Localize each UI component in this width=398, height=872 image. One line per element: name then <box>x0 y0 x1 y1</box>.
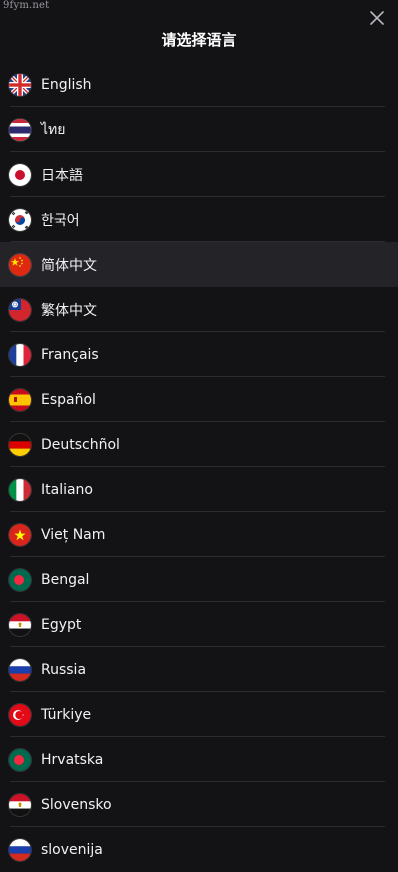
language-item-vietnamese[interactable]: Vieț Nam <box>0 512 398 557</box>
language-item-english[interactable]: English <box>0 62 398 107</box>
language-label: English <box>41 76 92 93</box>
language-item-spanish[interactable]: Español <box>0 377 398 422</box>
language-item-hrvatska[interactable]: Hrvatska <box>0 737 398 782</box>
language-label: slovenija <box>41 841 103 858</box>
language-item-italian[interactable]: Italiano <box>0 467 398 512</box>
taiwan-flag-icon <box>9 298 31 321</box>
language-item-turkiye[interactable]: Türkiye <box>0 692 398 737</box>
turkey-flag-icon <box>9 703 31 726</box>
language-label: 한국어 <box>41 212 80 229</box>
spain-flag-icon <box>9 388 31 411</box>
language-label: Hrvatska <box>41 751 104 768</box>
language-item-korean[interactable]: 한국어 <box>0 197 398 242</box>
language-label: Italiano <box>41 481 93 498</box>
language-label: ไทย <box>41 121 66 138</box>
language-item-traditional-chinese[interactable]: 繁体中文 <box>0 287 398 332</box>
language-label: Vieț Nam <box>41 526 106 543</box>
language-label: Français <box>41 346 99 363</box>
language-label: Bengal <box>41 571 90 588</box>
language-label: 繁体中文 <box>41 302 97 319</box>
language-item-egypt[interactable]: Egypt <box>0 602 398 647</box>
language-item-german[interactable]: Deutschñol <box>0 422 398 467</box>
france-flag-icon <box>9 343 31 366</box>
language-label: Slovensko <box>41 796 112 813</box>
language-label: Español <box>41 391 96 408</box>
language-item-slovenija[interactable]: slovenija <box>0 827 398 872</box>
close-button[interactable] <box>366 7 388 29</box>
language-label: Türkiye <box>41 706 92 723</box>
language-item-thai[interactable]: ไทย <box>0 107 398 152</box>
language-item-simplified-chinese[interactable]: 简体中文 <box>0 242 398 287</box>
italy-flag-icon <box>9 478 31 501</box>
language-label: Russia <box>41 661 87 678</box>
close-icon <box>370 11 384 25</box>
russia-flag-icon <box>9 658 31 681</box>
bangladesh-flag-icon <box>9 748 31 771</box>
egypt-flag-icon <box>9 793 31 816</box>
uk-flag-icon <box>9 73 31 96</box>
language-label: 日本語 <box>41 167 83 184</box>
language-label: Egypt <box>41 616 82 633</box>
egypt-flag-icon <box>9 613 31 636</box>
germany-flag-icon <box>9 433 31 456</box>
korea-flag-icon <box>9 208 31 231</box>
language-list: English ไทย 日本語 한국어 简体中文 繁体中文 Français E… <box>0 62 398 872</box>
watermark: 9fym.net <box>3 0 50 11</box>
language-item-bengal[interactable]: Bengal <box>0 557 398 602</box>
china-flag-icon <box>9 253 31 276</box>
dialog-title: 请选择语言 <box>161 31 237 49</box>
japan-flag-icon <box>9 163 31 186</box>
russia-flag-icon <box>9 838 31 861</box>
language-label: 简体中文 <box>41 257 97 274</box>
language-item-french[interactable]: Français <box>0 332 398 377</box>
bangladesh-flag-icon <box>9 568 31 591</box>
language-item-japanese[interactable]: 日本語 <box>0 152 398 197</box>
vietnam-flag-icon <box>9 523 31 546</box>
language-item-slovensko[interactable]: Slovensko <box>0 782 398 827</box>
language-label: Deutschñol <box>41 436 120 453</box>
language-item-russia[interactable]: Russia <box>0 647 398 692</box>
thailand-flag-icon <box>9 118 31 141</box>
